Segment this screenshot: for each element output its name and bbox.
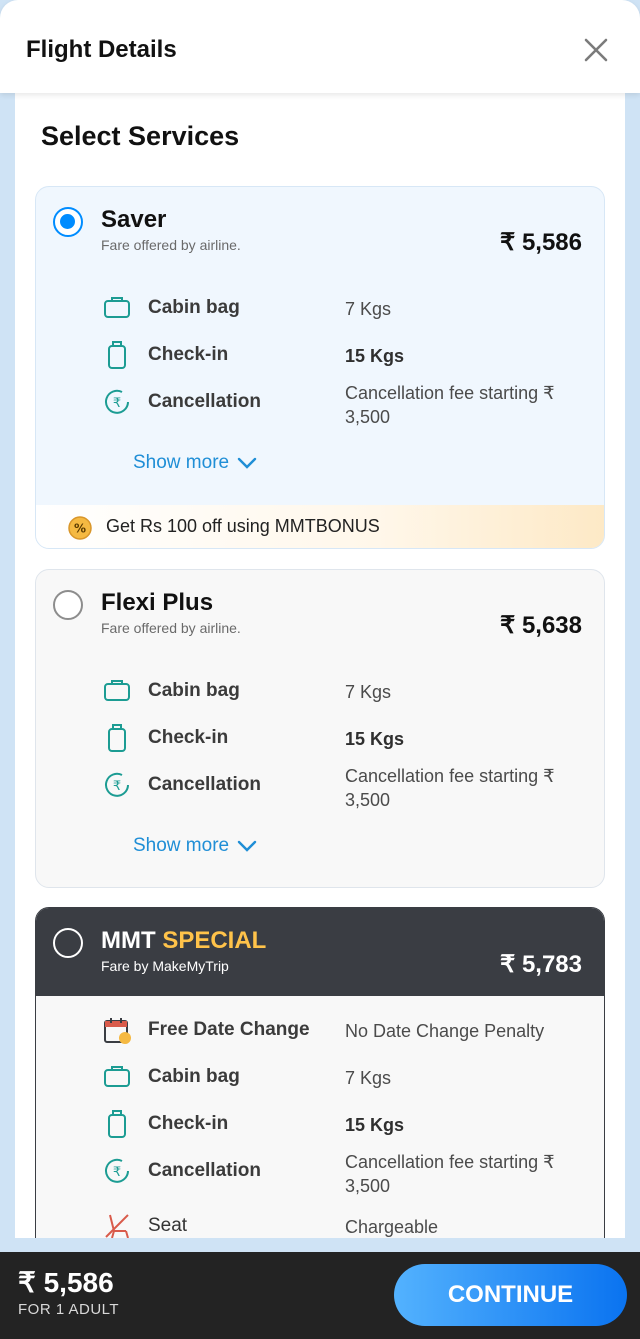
show-more-link[interactable]: Show more	[133, 835, 257, 857]
service-row-cancellation: ₹ Cancellation Cancellation fee starting…	[36, 764, 604, 810]
show-more-label: Show more	[133, 835, 230, 856]
cancellation-icon: ₹	[105, 1158, 129, 1183]
service-label: Cabin bag	[148, 680, 240, 701]
show-more-link[interactable]: Show more	[133, 452, 257, 474]
service-row-seat: Seat Chargeable	[36, 1205, 604, 1238]
fare-subtitle: Fare by MakeMyTrip	[101, 958, 229, 974]
service-label: Check-in	[148, 727, 229, 748]
flight-details-sheet: Flight Details Select Services Saver Far…	[0, 0, 640, 1339]
promo-text: Get Rs 100 off using MMTBONUS	[106, 516, 380, 536]
continue-button[interactable]: CONTINUE	[394, 1264, 627, 1326]
service-label: Check-in	[148, 344, 229, 365]
bottom-bar: ₹ 5,586 FOR 1 ADULT CONTINUE	[0, 1252, 640, 1339]
service-row-cancellation: ₹ Cancellation Cancellation fee starting…	[36, 1150, 604, 1196]
chevron-down-icon	[237, 840, 257, 852]
fare-name: Saver	[101, 206, 167, 233]
service-label: Free Date Change	[148, 1019, 310, 1040]
calendar-icon	[104, 1018, 131, 1044]
show-more-label: Show more	[133, 452, 230, 473]
service-value: Cancellation fee starting ₹ 3,500	[345, 766, 555, 810]
check-in-bag-icon	[108, 1110, 126, 1138]
service-value: 15 Kgs	[345, 346, 405, 366]
cabin-bag-icon	[104, 680, 130, 701]
section-title: Select Services	[41, 121, 240, 151]
service-label: Cabin bag	[148, 1066, 240, 1087]
service-value: Chargeable	[345, 1217, 439, 1237]
fare-subtitle: Fare offered by airline.	[101, 620, 241, 636]
service-label: Cancellation	[148, 391, 261, 412]
fare-radio-flexi-plus[interactable]	[53, 590, 83, 620]
service-value: 7 Kgs	[345, 299, 392, 319]
svg-text:₹: ₹	[113, 1165, 121, 1180]
service-label: Cancellation	[148, 1160, 261, 1181]
cancellation-icon: ₹	[105, 389, 129, 414]
fare-name-special: SPECIAL	[162, 927, 267, 954]
service-value: 15 Kgs	[345, 1115, 405, 1135]
service-value: No Date Change Penalty	[345, 1021, 545, 1041]
service-label: Cabin bag	[148, 297, 240, 318]
special-fare-header: MMT SPECIAL Fare by MakeMyTrip ₹ 5,783	[36, 908, 604, 996]
fare-name: MMT SPECIAL	[101, 927, 266, 955]
service-value: Cancellation fee starting ₹ 3,500	[345, 1152, 555, 1196]
service-row-cabin-bag: Cabin bag 7 Kgs	[36, 287, 604, 327]
fare-price: ₹ 5,638	[500, 612, 582, 639]
service-label: Check-in	[148, 1113, 229, 1134]
sheet-header: Flight Details	[0, 0, 640, 93]
svg-text:₹: ₹	[113, 396, 121, 411]
svg-text:₹: ₹	[113, 779, 121, 794]
fare-card-mmt-special[interactable]: MMT SPECIAL Fare by MakeMyTrip ₹ 5,783 F…	[35, 907, 605, 1238]
service-value: Cancellation fee starting ₹ 3,500	[345, 383, 555, 427]
svg-text:%: %	[74, 522, 86, 536]
service-label: Cancellation	[148, 774, 261, 795]
services-panel: Select Services Saver Fare offered by ai…	[15, 93, 625, 1238]
fare-subtitle: Fare offered by airline.	[101, 237, 241, 253]
close-icon[interactable]	[582, 36, 610, 64]
service-label: Seat	[148, 1215, 188, 1236]
seat-icon	[105, 1214, 129, 1238]
service-row-cancellation: ₹ Cancellation Cancellation fee starting…	[36, 381, 604, 427]
check-in-bag-icon	[108, 724, 126, 752]
chevron-down-icon	[237, 457, 257, 469]
fare-name: Flexi Plus	[101, 589, 214, 616]
service-row-check-in: Check-in 15 Kgs	[36, 334, 604, 374]
promo-banner: % Get Rs 100 off using MMTBONUS	[36, 505, 604, 548]
service-row-check-in: Check-in 15 Kgs	[36, 1103, 604, 1143]
service-value: 7 Kgs	[345, 682, 392, 702]
cabin-bag-icon	[104, 1066, 130, 1087]
fare-radio-saver[interactable]	[53, 207, 83, 237]
total-price: ₹ 5,586	[18, 1267, 114, 1298]
discount-badge-icon: %	[68, 516, 92, 540]
service-row-cabin-bag: Cabin bag 7 Kgs	[36, 670, 604, 710]
check-in-bag-icon	[108, 341, 126, 369]
fare-price: ₹ 5,586	[500, 229, 582, 256]
traveller-count: FOR 1 ADULT	[18, 1301, 120, 1318]
fare-price: ₹ 5,783	[500, 951, 582, 978]
fare-card-saver[interactable]: Saver Fare offered by airline. ₹ 5,586 C…	[35, 186, 605, 549]
cabin-bag-icon	[104, 297, 130, 318]
page-title: Flight Details	[26, 36, 177, 63]
fare-radio-mmt-special[interactable]	[53, 928, 83, 958]
service-row-free-date-change: Free Date Change No Date Change Penalty	[36, 1009, 604, 1049]
service-row-check-in: Check-in 15 Kgs	[36, 717, 604, 757]
fare-name-mmt: MMT	[101, 927, 156, 954]
fare-card-flexi-plus[interactable]: Flexi Plus Fare offered by airline. ₹ 5,…	[35, 569, 605, 888]
service-value: 7 Kgs	[345, 1068, 392, 1088]
service-row-cabin-bag: Cabin bag 7 Kgs	[36, 1056, 604, 1096]
service-value: 15 Kgs	[345, 729, 405, 749]
cancellation-icon: ₹	[105, 772, 129, 797]
